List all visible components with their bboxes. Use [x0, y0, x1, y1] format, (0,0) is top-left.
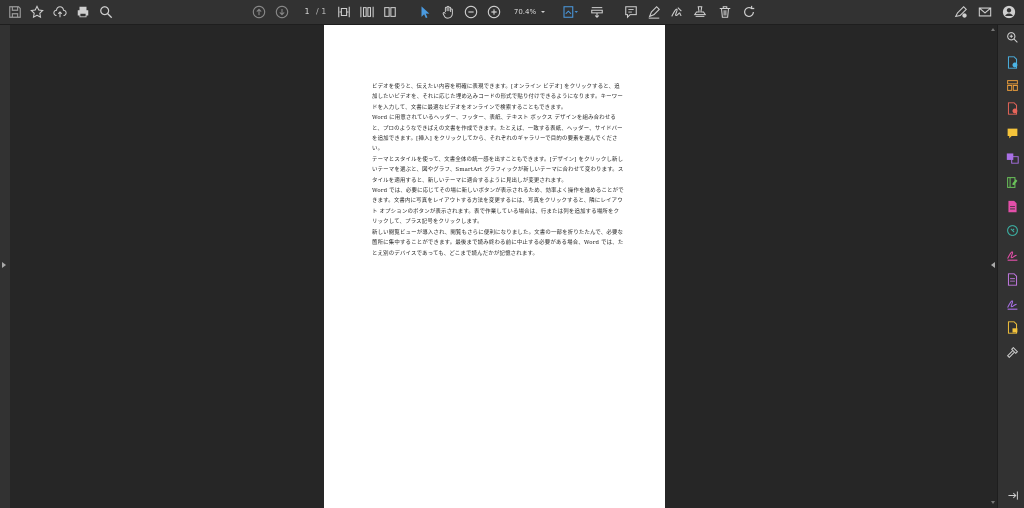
mail-icon[interactable]	[976, 3, 994, 21]
tools-pane	[997, 25, 1024, 508]
create-pdf-icon[interactable]	[1004, 54, 1020, 70]
paragraph: テーマとスタイルを使って、文書全体の統一感を出すこともできます。[デザイン] を…	[372, 156, 624, 184]
two-page-view-icon[interactable]	[381, 3, 399, 21]
paragraph: ビデオを使うと、伝えたい内容を明確に表現できます。[オンライン ビデオ] をクリ…	[372, 84, 623, 111]
comment-tool-icon[interactable]	[1004, 125, 1020, 141]
pen-settings-icon[interactable]	[952, 3, 970, 21]
organize-pages-icon[interactable]	[1004, 77, 1020, 93]
sign-icon[interactable]	[668, 3, 686, 21]
stamp-icon[interactable]	[691, 3, 709, 21]
page-total-label: / 1	[316, 7, 327, 16]
print-icon[interactable]	[74, 3, 92, 21]
page-text-body: ビデオを使うと、伝えたい内容を明確に表現できます。[オンライン ビデオ] をクリ…	[372, 82, 624, 259]
fit-page-icon[interactable]	[358, 3, 376, 21]
save-icon[interactable]	[6, 3, 24, 21]
pdf-page[interactable]: ビデオを使うと、伝えたい内容を明確に表現できます。[オンライン ビデオ] をクリ…	[324, 25, 665, 508]
comment-icon[interactable]	[622, 3, 640, 21]
previous-page-icon[interactable]	[250, 3, 268, 21]
more-tools-icon[interactable]	[1004, 344, 1020, 360]
export-icon[interactable]	[1004, 271, 1020, 287]
export-pdf-icon[interactable]	[1004, 100, 1020, 116]
fill-sign-icon[interactable]	[1004, 246, 1020, 262]
zoom-in-icon[interactable]	[485, 3, 503, 21]
right-panel-collapse-icon[interactable]	[991, 262, 995, 268]
fit-width-icon[interactable]	[335, 3, 353, 21]
paragraph: Word に用意されているヘッダー、フッター、表紙、テキスト ボックス デザイン…	[372, 115, 623, 153]
protect-icon[interactable]	[1004, 319, 1020, 335]
cloud-upload-icon[interactable]	[51, 3, 69, 21]
hand-tool-icon[interactable]	[439, 3, 457, 21]
zoom-icon[interactable]	[1004, 29, 1020, 45]
search-icon[interactable]	[97, 3, 115, 21]
combine-files-icon[interactable]	[1004, 149, 1020, 165]
select-cursor-icon[interactable]	[416, 3, 434, 21]
document-viewer[interactable]: ビデオを使うと、伝えたい内容を明確に表現できます。[オンライン ビデオ] をクリ…	[10, 25, 989, 508]
rotate-icon[interactable]	[740, 3, 758, 21]
paragraph: 新しい閲覧ビューが導入され、閲覧もさらに便利になりました。文書の一部を折りたたん…	[372, 229, 624, 257]
zoom-out-icon[interactable]	[462, 3, 480, 21]
zoom-level-field[interactable]: 70.4%	[512, 5, 538, 19]
scroll-up-arrow-icon[interactable]	[991, 28, 995, 31]
highlight-icon[interactable]	[645, 3, 663, 21]
page-number-input[interactable]: 1	[300, 5, 314, 19]
scroll-down-arrow-icon[interactable]	[991, 501, 995, 504]
page-fit-tool-icon[interactable]	[560, 3, 582, 21]
edit-pdf-icon[interactable]	[1004, 174, 1020, 190]
left-panel-expand-icon[interactable]	[2, 262, 6, 268]
create-pdf-alt-icon[interactable]	[1004, 198, 1020, 214]
delete-icon[interactable]	[716, 3, 734, 21]
zoom-dropdown-chevron-icon[interactable]	[538, 3, 548, 21]
user-icon[interactable]	[1000, 3, 1018, 21]
request-signature-icon[interactable]	[1004, 295, 1020, 311]
paragraph: Word では、必要に応じてその場に新しいボタンが表示されるため、効率よく操作を…	[372, 188, 624, 226]
compress-icon[interactable]	[1004, 222, 1020, 238]
next-page-icon[interactable]	[273, 3, 291, 21]
collapse-tools-pane-icon[interactable]	[1004, 487, 1020, 503]
read-mode-icon[interactable]	[588, 3, 606, 21]
main-toolbar: 1 / 1 70.4%	[0, 0, 1024, 25]
star-icon[interactable]	[28, 3, 46, 21]
